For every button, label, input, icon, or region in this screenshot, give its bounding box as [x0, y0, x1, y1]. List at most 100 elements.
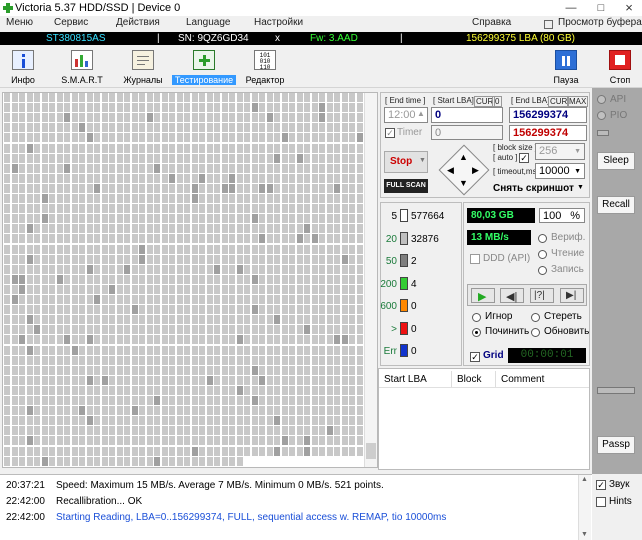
- map-block: [94, 224, 100, 234]
- map-block: [244, 446, 250, 456]
- pause-button[interactable]: Пауза: [548, 48, 584, 86]
- stop-scan-button[interactable]: Stop ▼: [384, 151, 428, 173]
- repair-radio[interactable]: [472, 328, 481, 337]
- scroll-down-icon[interactable]: ▼: [581, 531, 588, 538]
- sound-label: Звук: [609, 479, 630, 490]
- sleep-button[interactable]: Sleep: [597, 152, 635, 170]
- map-block: [296, 385, 303, 395]
- end-button[interactable]: ▶|: [560, 288, 584, 303]
- testing-button[interactable]: Тестирование: [172, 48, 236, 86]
- log-scrollbar[interactable]: ▲ ▼: [578, 475, 591, 540]
- block-size-field[interactable]: 256 ▼: [535, 143, 585, 160]
- map-block: [101, 183, 108, 193]
- timer-field[interactable]: 0: [431, 125, 503, 140]
- map-block: [236, 234, 243, 244]
- map-block: [71, 103, 78, 113]
- ddd-checkbox[interactable]: [470, 254, 480, 264]
- map-block: [161, 113, 168, 123]
- journals-button[interactable]: Журналы: [120, 48, 166, 86]
- map-block: [281, 224, 288, 234]
- nav-right-icon[interactable]: ▶: [472, 165, 479, 176]
- map-block: [124, 385, 130, 395]
- skip-button[interactable]: |?|: [530, 288, 554, 303]
- map-block: [289, 274, 295, 284]
- refresh-radio[interactable]: [531, 328, 540, 337]
- map-block: [101, 244, 108, 254]
- nav-left-icon[interactable]: ◀: [447, 165, 454, 176]
- sound-checkbox[interactable]: ✓: [596, 480, 606, 490]
- map-block: [296, 365, 303, 375]
- map-block: [274, 406, 280, 416]
- map-block: [289, 183, 295, 193]
- end-max-button[interactable]: MAX: [567, 96, 589, 107]
- grid-checkbox[interactable]: ✓: [470, 352, 480, 362]
- screenshot-button[interactable]: Снять скриншот: [493, 183, 574, 194]
- map-block: [281, 254, 288, 264]
- map-block: [206, 375, 213, 385]
- map-block: [154, 335, 160, 345]
- map-block: [356, 153, 363, 163]
- map-block: [259, 446, 265, 456]
- write-radio[interactable]: [538, 266, 547, 275]
- passp-button[interactable]: Passp: [597, 436, 635, 454]
- menu-item-actions[interactable]: Действия: [116, 17, 160, 28]
- api-radio[interactable]: [597, 95, 606, 104]
- map-block: [169, 183, 175, 193]
- menu-item-settings[interactable]: Настройки: [254, 17, 303, 28]
- map-block: [199, 295, 205, 304]
- map-block: [154, 345, 160, 355]
- start-lba-field[interactable]: 0: [431, 107, 503, 123]
- map-block: [41, 214, 48, 224]
- full-scan-button[interactable]: FULL SCAN: [384, 179, 428, 193]
- map-block: [296, 274, 303, 284]
- pio-radio[interactable]: [597, 111, 606, 120]
- map-block: [139, 204, 145, 214]
- info-button[interactable]: Инфо: [2, 48, 44, 86]
- map-block: [41, 355, 48, 365]
- timer-checkbox[interactable]: ✓: [385, 128, 395, 138]
- map-block: [131, 113, 138, 123]
- end-lba-current-field[interactable]: 156299374: [509, 125, 587, 141]
- minimize-icon[interactable]: —: [560, 0, 582, 16]
- play-button[interactable]: ▶: [471, 288, 495, 303]
- map-block: [19, 214, 25, 224]
- end-time-spin-icon[interactable]: ▲: [417, 109, 425, 118]
- scroll-up-icon[interactable]: ▲: [581, 476, 588, 483]
- stop-button-top[interactable]: Стоп: [602, 48, 638, 86]
- close-icon[interactable]: ×: [618, 0, 640, 16]
- maximize-icon[interactable]: □: [590, 0, 612, 16]
- menu-item-language[interactable]: Language: [186, 17, 231, 28]
- map-block: [161, 264, 168, 274]
- nav-up-icon[interactable]: ▲: [459, 152, 468, 162]
- back-button[interactable]: ◀|: [500, 288, 524, 303]
- menu-item-help[interactable]: Справка: [472, 17, 511, 28]
- map-scroll-thumb[interactable]: [366, 443, 376, 459]
- auto-checkbox[interactable]: ✓: [519, 153, 529, 163]
- map-block: [304, 254, 310, 264]
- map-block: [334, 396, 340, 405]
- map-block: [184, 416, 190, 426]
- menu-item-menu[interactable]: Меню: [6, 17, 33, 28]
- map-block: [191, 103, 198, 113]
- map-block: [139, 355, 145, 365]
- verify-radio[interactable]: [538, 234, 547, 243]
- menu-item-buffer-view[interactable]: Просмотр буфера: [558, 17, 642, 28]
- editor-button[interactable]: 101 010 110 Редактор: [244, 48, 286, 86]
- end-lba-field[interactable]: 156299374: [509, 107, 587, 123]
- start-zero-button[interactable]: 0: [492, 96, 503, 107]
- recall-button[interactable]: Recall: [597, 196, 635, 214]
- timeout-field[interactable]: 10000 ▼: [535, 163, 585, 179]
- nav-down-icon[interactable]: ▼: [459, 178, 468, 188]
- map-block: [169, 446, 175, 456]
- drive-lba-count: 156299375 LBA (80 GB): [466, 33, 575, 44]
- map-block: [109, 426, 115, 436]
- read-radio[interactable]: [538, 250, 547, 259]
- map-block: [49, 264, 55, 274]
- map-block: [139, 214, 145, 224]
- erase-radio[interactable]: [531, 313, 540, 322]
- menu-item-service[interactable]: Сервис: [54, 17, 88, 28]
- smart-button[interactable]: S.M.A.R.T: [58, 48, 106, 86]
- hints-checkbox[interactable]: [596, 497, 606, 507]
- map-block: [304, 113, 310, 123]
- ignore-radio[interactable]: [472, 313, 481, 322]
